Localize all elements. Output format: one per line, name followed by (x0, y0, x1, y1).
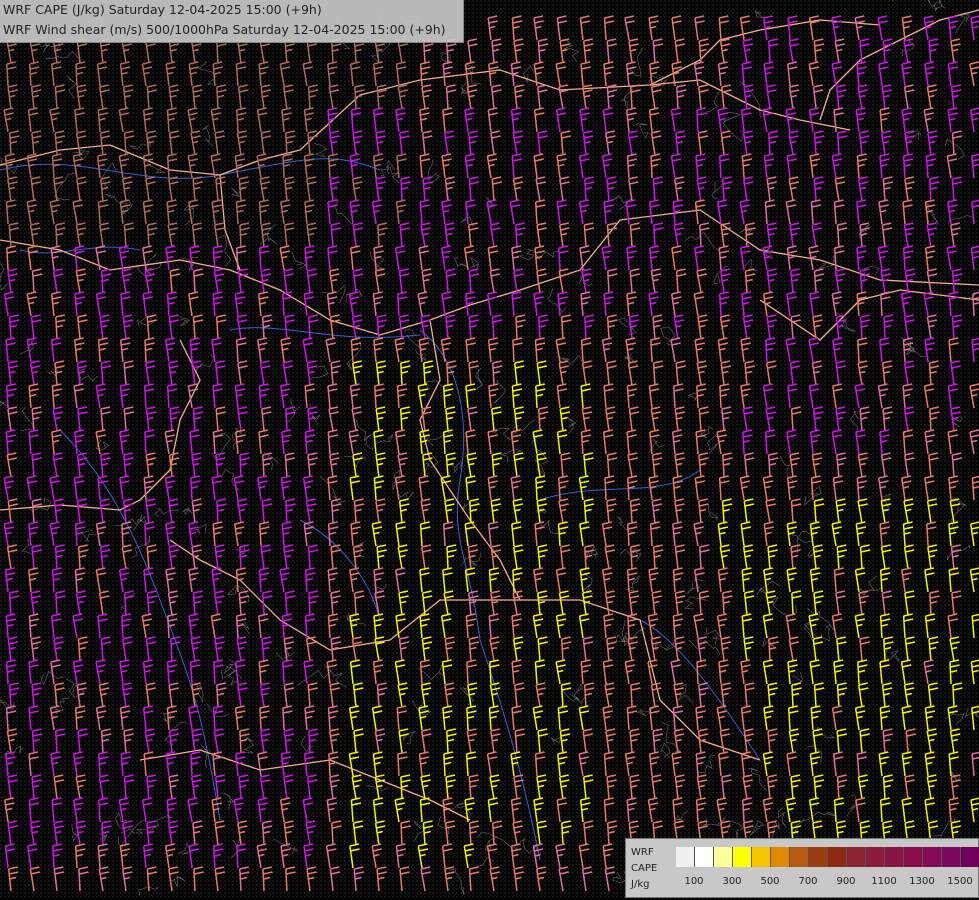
map-title-box: WRF CAPE (J/kg) Saturday 12-04-2025 15:0… (0, 0, 464, 43)
legend-ticks: 100 300 500 700 900 1100 1300 1500 (676, 876, 976, 890)
legend-swatch (923, 847, 942, 867)
legend-tick-label: 1100 (871, 876, 897, 887)
legend-swatch (752, 847, 771, 867)
legend-tick-label: 300 (722, 876, 742, 887)
legend-swatch (790, 847, 809, 867)
legend-swatch (676, 847, 695, 867)
legend-swatch (714, 847, 733, 867)
legend-tick-label: 500 (760, 876, 780, 887)
legend-tick-label: 100 (684, 876, 704, 887)
legend-swatch (809, 847, 828, 867)
legend-swatch (904, 847, 923, 867)
legend-swatch (847, 847, 866, 867)
legend-tick-label: 900 (836, 876, 856, 887)
weather-map (0, 0, 979, 900)
legend-swatch (828, 847, 847, 867)
legend-swatch (942, 847, 961, 867)
legend-tick-label: 1300 (909, 876, 935, 887)
legend-swatch (733, 847, 752, 867)
legend-labels: WRF CAPE J/kg (631, 845, 671, 893)
legend-swatch (961, 847, 979, 867)
shear-title: WRF Wind shear (m/s) 500/1000hPa Saturda… (3, 22, 446, 37)
cape-legend: WRF CAPE J/kg 100 300 500 700 900 1100 1300 150… (625, 838, 979, 898)
legend-swatch (771, 847, 790, 867)
legend-tick-label: 1500 (947, 876, 973, 887)
legend-param: CAPE (631, 863, 658, 874)
legend-swatch (885, 847, 904, 867)
legend-tick-label: 700 (798, 876, 818, 887)
legend-swatch (695, 847, 714, 867)
legend-unit: J/kg (631, 879, 650, 890)
legend-swatch (866, 847, 885, 867)
legend-model: WRF (631, 847, 654, 858)
cape-title: WRF CAPE (J/kg) Saturday 12-04-2025 15:0… (3, 2, 322, 17)
legend-color-scale (676, 847, 979, 867)
